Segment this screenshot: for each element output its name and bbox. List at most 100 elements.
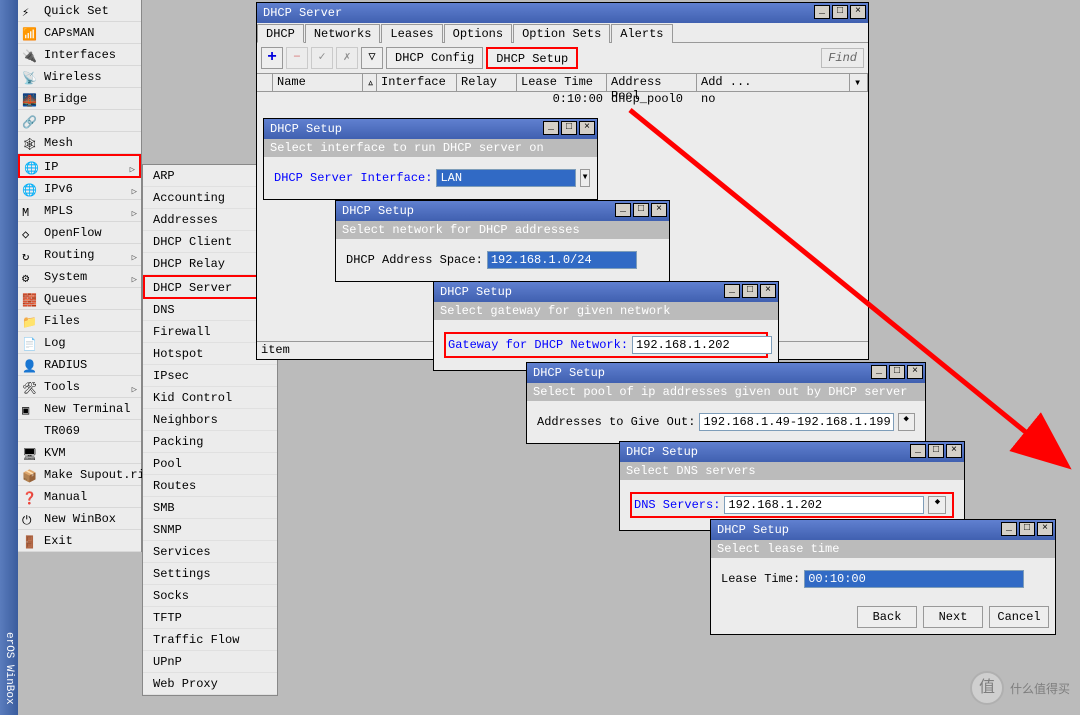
enable-button[interactable]: ✓ — [311, 47, 333, 69]
back-button[interactable]: Back — [857, 606, 917, 628]
menu-item-openflow[interactable]: ◇OpenFlow — [18, 222, 141, 244]
menu-item-tools[interactable]: 🛠Tools▷ — [18, 376, 141, 398]
close-icon[interactable]: × — [1037, 522, 1053, 536]
col-add[interactable]: Add ... — [697, 74, 850, 91]
dhcp-config-button[interactable]: DHCP Config — [386, 47, 483, 69]
col-interface[interactable]: Interface — [377, 74, 457, 91]
menu-item-manual[interactable]: ❓Manual — [18, 486, 141, 508]
menu-item-queues[interactable]: 🧱Queues — [18, 288, 141, 310]
menu-item-system[interactable]: ⚙System▷ — [18, 266, 141, 288]
interface-input[interactable] — [436, 169, 576, 187]
submenu-item-traffic-flow[interactable]: Traffic Flow — [143, 629, 277, 651]
menu-item-kvm[interactable]: 🖥KVM — [18, 442, 141, 464]
submenu-item-settings[interactable]: Settings — [143, 563, 277, 585]
menu-item-mesh[interactable]: 🕸Mesh — [18, 132, 141, 154]
submenu-item-ipsec[interactable]: IPsec — [143, 365, 277, 387]
tab-leases[interactable]: Leases — [381, 24, 442, 43]
maximize-icon[interactable]: □ — [561, 121, 577, 135]
add-button[interactable]: + — [261, 47, 283, 69]
submenu-item-snmp[interactable]: SNMP — [143, 519, 277, 541]
menu-item-new-terminal[interactable]: ▣New Terminal — [18, 398, 141, 420]
gateway-input[interactable] — [632, 336, 772, 354]
submenu-item-smb[interactable]: SMB — [143, 497, 277, 519]
tab-networks[interactable]: Networks — [305, 24, 381, 43]
maximize-icon[interactable]: □ — [742, 284, 758, 298]
minimize-icon[interactable]: _ — [1001, 522, 1017, 536]
dhcp-setup-button[interactable]: DHCP Setup — [486, 47, 578, 69]
submenu-item-socks[interactable]: Socks — [143, 585, 277, 607]
close-icon[interactable]: × — [907, 365, 923, 379]
remove-button[interactable]: − — [286, 47, 308, 69]
pool-input[interactable] — [699, 413, 893, 431]
menu-item-files[interactable]: 📁Files — [18, 310, 141, 332]
maximize-icon[interactable]: □ — [889, 365, 905, 379]
close-icon[interactable]: × — [579, 121, 595, 135]
find-button[interactable]: Find — [821, 48, 864, 68]
filter-button[interactable]: ▽ — [361, 47, 383, 69]
minimize-icon[interactable]: _ — [871, 365, 887, 379]
log-icon: 📄 — [22, 334, 38, 350]
submenu-item-tftp[interactable]: TFTP — [143, 607, 277, 629]
close-icon[interactable]: × — [760, 284, 776, 298]
submenu-item-kid-control[interactable]: Kid Control — [143, 387, 277, 409]
submenu-item-services[interactable]: Services — [143, 541, 277, 563]
menu-item-radius[interactable]: 👤RADIUS — [18, 354, 141, 376]
disable-button[interactable]: ✗ — [336, 47, 358, 69]
menu-item-wireless[interactable]: 📡Wireless — [18, 66, 141, 88]
sort-icon[interactable]: ▵ — [363, 74, 377, 91]
tr069-icon — [22, 422, 38, 438]
menu-item-new-winbox[interactable]: ⏻New WinBox — [18, 508, 141, 530]
menu-item-ip[interactable]: 🌐IP▷ — [18, 154, 141, 178]
menu-item-ipv6[interactable]: 🌐IPv6▷ — [18, 178, 141, 200]
close-icon[interactable]: × — [651, 203, 667, 217]
lease-input[interactable] — [804, 570, 1024, 588]
menu-item-interfaces[interactable]: 🔌Interfaces — [18, 44, 141, 66]
chevron-down-icon[interactable]: ▾ — [850, 74, 868, 91]
new winbox-icon: ⏻ — [22, 510, 38, 526]
cancel-button[interactable]: Cancel — [989, 606, 1049, 628]
maximize-icon[interactable]: □ — [1019, 522, 1035, 536]
maximize-icon[interactable]: □ — [832, 5, 848, 19]
menu-item-log[interactable]: 📄Log — [18, 332, 141, 354]
menu-item-make-supout.rif[interactable]: 📦Make Supout.rif — [18, 464, 141, 486]
col-pool[interactable]: Address Pool — [607, 74, 697, 91]
dns-input[interactable] — [724, 496, 924, 514]
menu-item-exit[interactable]: 🚪Exit — [18, 530, 141, 552]
minimize-icon[interactable]: _ — [814, 5, 830, 19]
submenu-item-web-proxy[interactable]: Web Proxy — [143, 673, 277, 695]
minimize-icon[interactable]: _ — [615, 203, 631, 217]
menu-item-ppp[interactable]: 🔗PPP — [18, 110, 141, 132]
menu-item-bridge[interactable]: 🌉Bridge — [18, 88, 141, 110]
minimize-icon[interactable]: _ — [910, 444, 926, 458]
spinner-icon[interactable]: ◆ — [928, 496, 946, 514]
close-icon[interactable]: × — [946, 444, 962, 458]
ipv6-icon: 🌐 — [22, 180, 38, 196]
tab-alerts[interactable]: Alerts — [611, 24, 672, 43]
maximize-icon[interactable]: □ — [928, 444, 944, 458]
submenu-item-routes[interactable]: Routes — [143, 475, 277, 497]
submenu-item-packing[interactable]: Packing — [143, 431, 277, 453]
menu-item-quick-set[interactable]: ⚡Quick Set — [18, 0, 141, 22]
address-space-input[interactable] — [487, 251, 637, 269]
col-lease[interactable]: Lease Time — [517, 74, 607, 91]
maximize-icon[interactable]: □ — [633, 203, 649, 217]
menu-item-capsman[interactable]: 📶CAPsMAN — [18, 22, 141, 44]
col-name[interactable]: Name — [273, 74, 363, 91]
tab-options[interactable]: Options — [444, 24, 512, 43]
menu-item-mpls[interactable]: MMPLS▷ — [18, 200, 141, 222]
submenu-item-upnp[interactable]: UPnP — [143, 651, 277, 673]
minimize-icon[interactable]: _ — [543, 121, 559, 135]
col-relay[interactable]: Relay — [457, 74, 517, 91]
close-icon[interactable]: × — [850, 5, 866, 19]
dropdown-icon[interactable]: ▾ — [580, 169, 589, 187]
menu-item-routing[interactable]: ↻Routing▷ — [18, 244, 141, 266]
spinner-icon[interactable]: ◆ — [898, 413, 916, 431]
table-row[interactable]: 0:10:00 dhcp_pool0 no — [257, 92, 868, 108]
minimize-icon[interactable]: _ — [724, 284, 740, 298]
submenu-item-pool[interactable]: Pool — [143, 453, 277, 475]
tab-option-sets[interactable]: Option Sets — [513, 24, 610, 43]
next-button[interactable]: Next — [923, 606, 983, 628]
tab-dhcp[interactable]: DHCP — [257, 24, 304, 43]
menu-item-tr069[interactable]: TR069 — [18, 420, 141, 442]
submenu-item-neighbors[interactable]: Neighbors — [143, 409, 277, 431]
